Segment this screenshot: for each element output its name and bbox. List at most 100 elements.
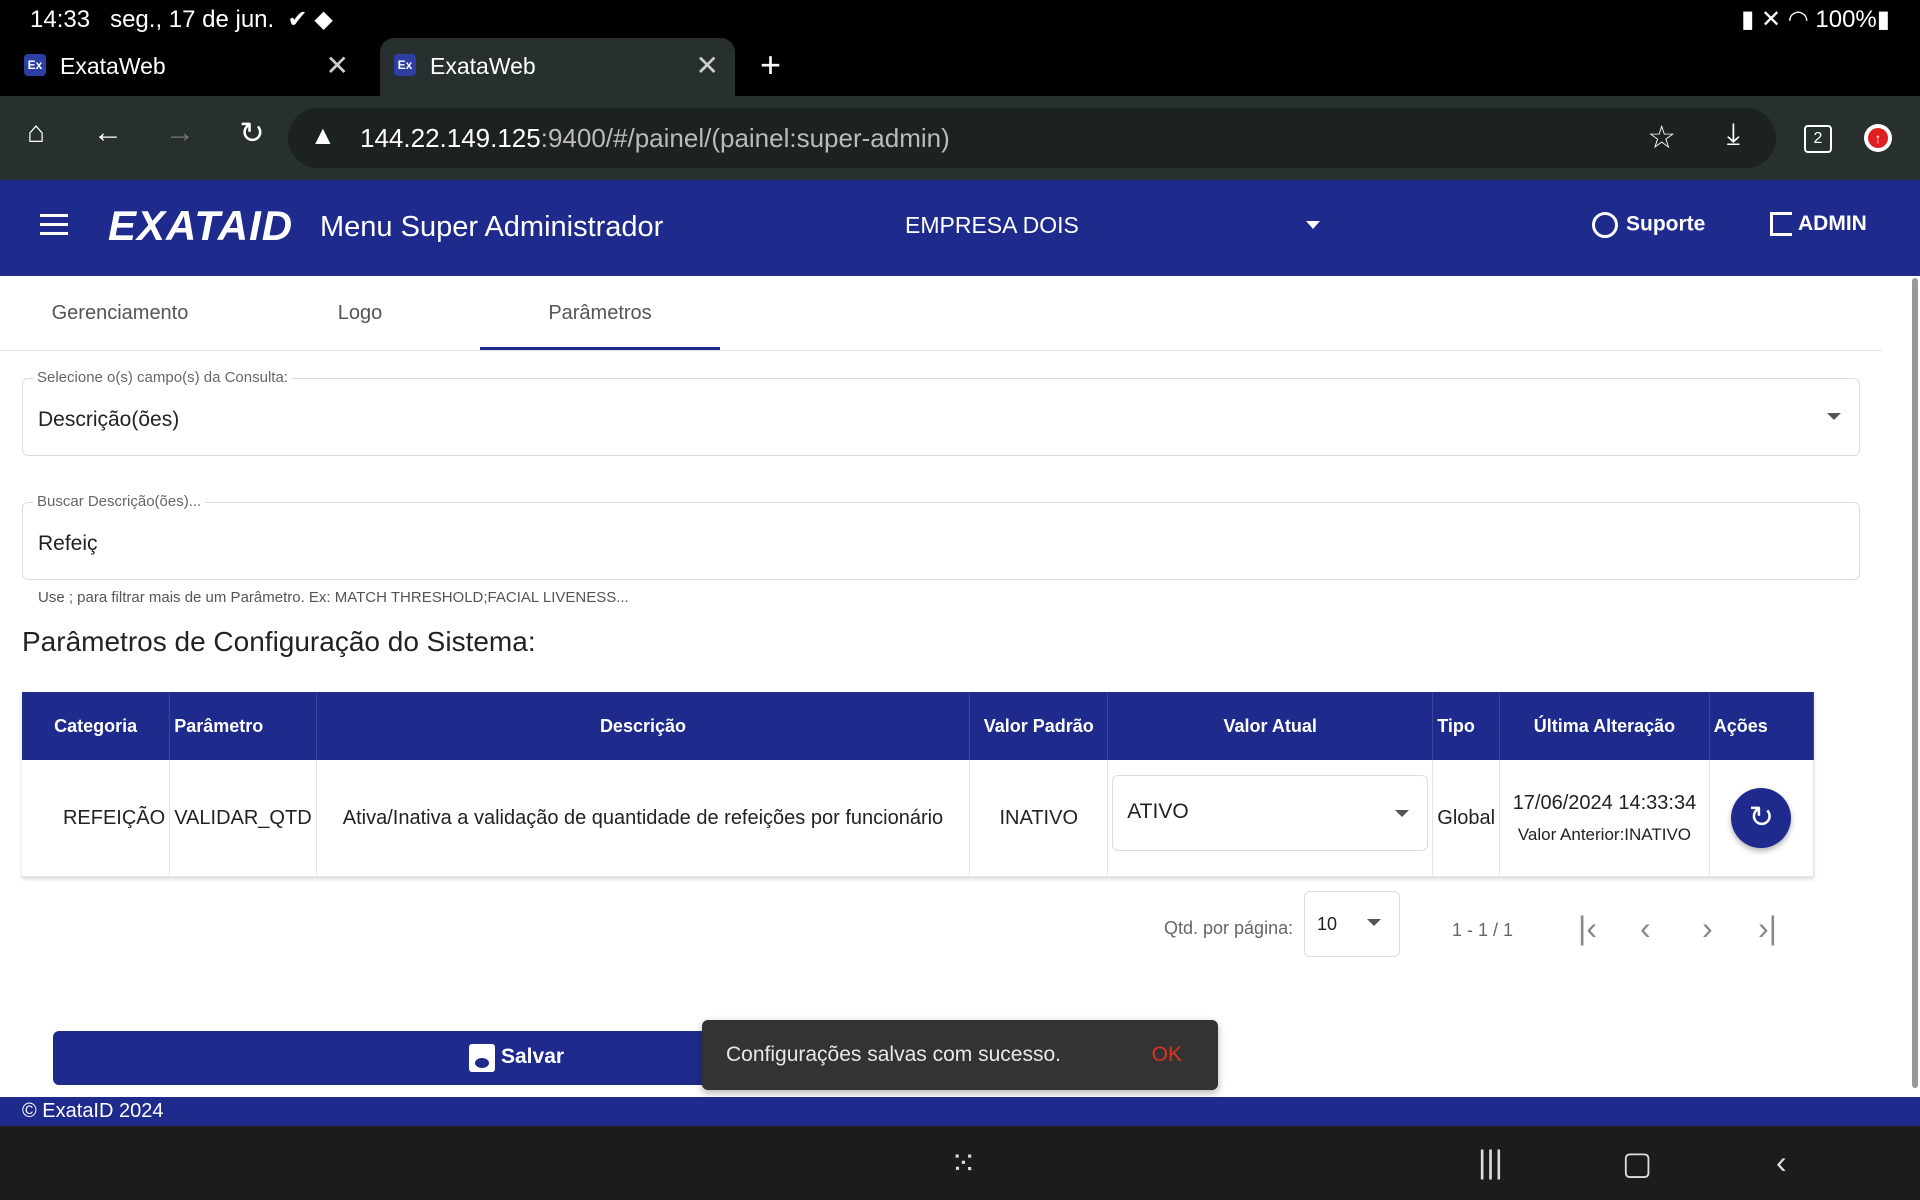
table-row: REFEIÇÃO VALIDAR_QTD Ativa/Inativa a val… <box>22 760 1815 877</box>
logout-icon <box>1770 212 1792 237</box>
url-text[interactable]: 144.22.149.125:9400/#/painel/(painel:sup… <box>360 123 950 154</box>
browser-tab-title: ExataWeb <box>430 53 536 79</box>
copyright: © ExataID 2024 <box>22 1100 164 1122</box>
forward-icon[interactable]: → <box>160 116 200 150</box>
page-size-select[interactable]: 10 <box>1304 891 1400 957</box>
next-page-icon[interactable]: › <box>1702 910 1713 947</box>
column-header: Tipo <box>1432 692 1501 760</box>
table-header-row: Categoria Parâmetro Descrição Valor Padr… <box>22 692 1815 760</box>
column-header: Valor Atual <box>1107 692 1434 760</box>
whatsapp-icon <box>1592 212 1618 238</box>
cell-descricao: Ativa/Inativa a validação de quantidade … <box>316 760 971 877</box>
browser-tab-strip: Ex ExataWeb ✕ Ex ExataWeb ✕ <box>0 36 1920 96</box>
column-header: Descrição <box>316 692 971 760</box>
page-range: 1 - 1 / 1 <box>1452 920 1514 940</box>
hamburger-menu-icon[interactable] <box>40 214 68 241</box>
column-header: Última Alteração <box>1499 692 1710 760</box>
battery-saver-icon: ▮ <box>1741 6 1755 33</box>
cell-valor-atual: ATIVO <box>1107 760 1434 877</box>
dropdown-arrow-icon[interactable] <box>1827 413 1841 420</box>
system-nav-bar: ⁙ ||| ▢ ‹ <box>0 1126 1920 1200</box>
search-label: Buscar Descrição(ões)... <box>33 493 206 510</box>
first-page-icon[interactable]: |‹ <box>1578 910 1597 947</box>
tab-count-icon[interactable]: 2 <box>1804 125 1832 153</box>
company-select[interactable]: EMPRESA DOIS <box>905 212 1079 239</box>
url-path: :9400/#/painel/(painel:super-admin) <box>540 123 950 153</box>
status-left: 14:33 seg., 17 de jun. ✔ ◆ <box>30 5 333 34</box>
logout-button[interactable]: ADMIN <box>1770 212 1867 237</box>
recents-icon[interactable]: ||| <box>1478 1144 1503 1181</box>
footer: © ExataID 2024 <box>0 1097 1920 1126</box>
diamond-icon: ◆ <box>314 6 333 33</box>
profile-icon[interactable]: ↑ <box>1864 124 1892 152</box>
query-field-label: Selecione o(s) campo(s) da Consulta: <box>33 369 292 386</box>
app-header: EXATAID Menu Super Administrador EMPRESA… <box>0 180 1920 276</box>
snackbar: Configurações salvas com sucesso. OK <box>702 1020 1218 1090</box>
exataid-logo: EXATAID <box>108 202 294 249</box>
tab-gerenciamento[interactable]: Gerenciamento <box>0 276 240 350</box>
save-button[interactable]: Salvar <box>53 1031 708 1085</box>
search-hint: Use ; para filtrar mais de um Parâmetro.… <box>38 589 629 606</box>
query-field-value: Descrição(ões) <box>38 408 180 431</box>
column-header: Categoria <box>22 692 171 760</box>
back-button-icon[interactable]: ‹ <box>1776 1144 1787 1181</box>
app-drawer-icon[interactable]: ⁙ <box>950 1144 977 1182</box>
browser-tab[interactable]: Ex ExataWeb ✕ <box>10 38 365 96</box>
cell-parametro: VALIDAR_QTD <box>169 760 317 877</box>
restore-default-icon[interactable]: ↻ <box>1731 788 1792 848</box>
home-button-icon[interactable]: ▢ <box>1622 1144 1652 1182</box>
valor-atual-value: ATIVO <box>1127 800 1189 823</box>
reload-icon[interactable]: ↻ <box>232 116 272 151</box>
update-arrow-icon: ↑ <box>1868 128 1888 148</box>
column-header: Ações <box>1709 692 1815 760</box>
page-title: Menu Super Administrador <box>320 211 664 243</box>
address-bar[interactable]: ▲ 144.22.149.125:9400/#/painel/(painel:s… <box>288 108 1776 168</box>
last-change-date: 17/06/2024 14:33:34 <box>1512 791 1697 814</box>
status-time: 14:33 <box>30 6 91 33</box>
chevron-down-icon[interactable] <box>1306 221 1320 229</box>
cell-ultima-alteracao: 17/06/2024 14:33:34 Valor Anterior:INATI… <box>1499 760 1710 877</box>
column-header: Parâmetro <box>169 692 317 760</box>
back-icon[interactable]: ← <box>88 116 128 150</box>
save-label: Salvar <box>501 1045 565 1068</box>
search-value[interactable]: Refeiç <box>38 532 98 556</box>
check-icon: ✔ <box>287 6 308 33</box>
favicon-icon: Ex <box>24 54 46 76</box>
browser-tab-active[interactable]: Ex ExataWeb ✕ <box>380 38 735 96</box>
status-bar: 14:33 seg., 17 de jun. ✔ ◆ ▮ ✕ ◠ 100%▮ <box>0 0 1920 36</box>
cell-tipo: Global <box>1432 760 1501 877</box>
bookmark-star-icon[interactable]: ☆ <box>1647 118 1676 156</box>
dropdown-arrow-icon[interactable] <box>1367 919 1381 926</box>
status-right: ▮ ✕ ◠ 100%▮ <box>1741 5 1890 34</box>
section-title: Parâmetros de Configuração do Sistema: <box>22 626 536 657</box>
page-size-label: Qtd. por página: <box>1164 918 1294 938</box>
close-tab-icon[interactable]: ✕ <box>326 49 349 82</box>
cell-acoes: ↻ <box>1709 760 1815 877</box>
cell-categoria: REFEIÇÃO <box>22 760 171 877</box>
last-page-icon[interactable]: ›| <box>1758 910 1777 947</box>
previous-page-icon[interactable]: ‹ <box>1640 910 1651 947</box>
tab-logo[interactable]: Logo <box>240 276 480 350</box>
cell-valor-padrao: INATIVO <box>969 760 1109 877</box>
favicon-icon: Ex <box>394 54 416 76</box>
snackbar-ok-button[interactable]: OK <box>1152 1043 1182 1067</box>
new-tab-icon[interactable]: + <box>760 44 781 86</box>
dropdown-arrow-icon[interactable] <box>1395 810 1410 817</box>
tab-bar: Gerenciamento Logo Parâmetros <box>0 276 1882 351</box>
support-button[interactable]: Suporte <box>1592 212 1705 238</box>
battery-level: 100% <box>1815 6 1877 33</box>
home-icon[interactable]: ⌂ <box>16 116 56 150</box>
user-label: ADMIN <box>1798 212 1867 235</box>
parameters-table: Categoria Parâmetro Descrição Valor Padr… <box>22 692 1815 877</box>
valor-atual-select[interactable]: ATIVO <box>1112 775 1429 851</box>
search-input[interactable]: Buscar Descrição(ões)... Refeiç <box>22 493 1860 580</box>
column-header: Valor Padrão <box>969 692 1109 760</box>
previous-value: Valor Anterior:INATIVO <box>1517 824 1692 844</box>
tab-parametros[interactable]: Parâmetros <box>480 276 720 350</box>
support-label: Suporte <box>1626 212 1706 236</box>
query-field-select[interactable]: Selecione o(s) campo(s) da Consulta: Des… <box>22 369 1860 456</box>
download-icon[interactable]: ⤓ <box>1727 118 1740 152</box>
warning-icon[interactable]: ▲ <box>310 120 336 151</box>
page-scrollbar[interactable] <box>1912 278 1918 1088</box>
close-tab-icon[interactable]: ✕ <box>696 49 719 82</box>
